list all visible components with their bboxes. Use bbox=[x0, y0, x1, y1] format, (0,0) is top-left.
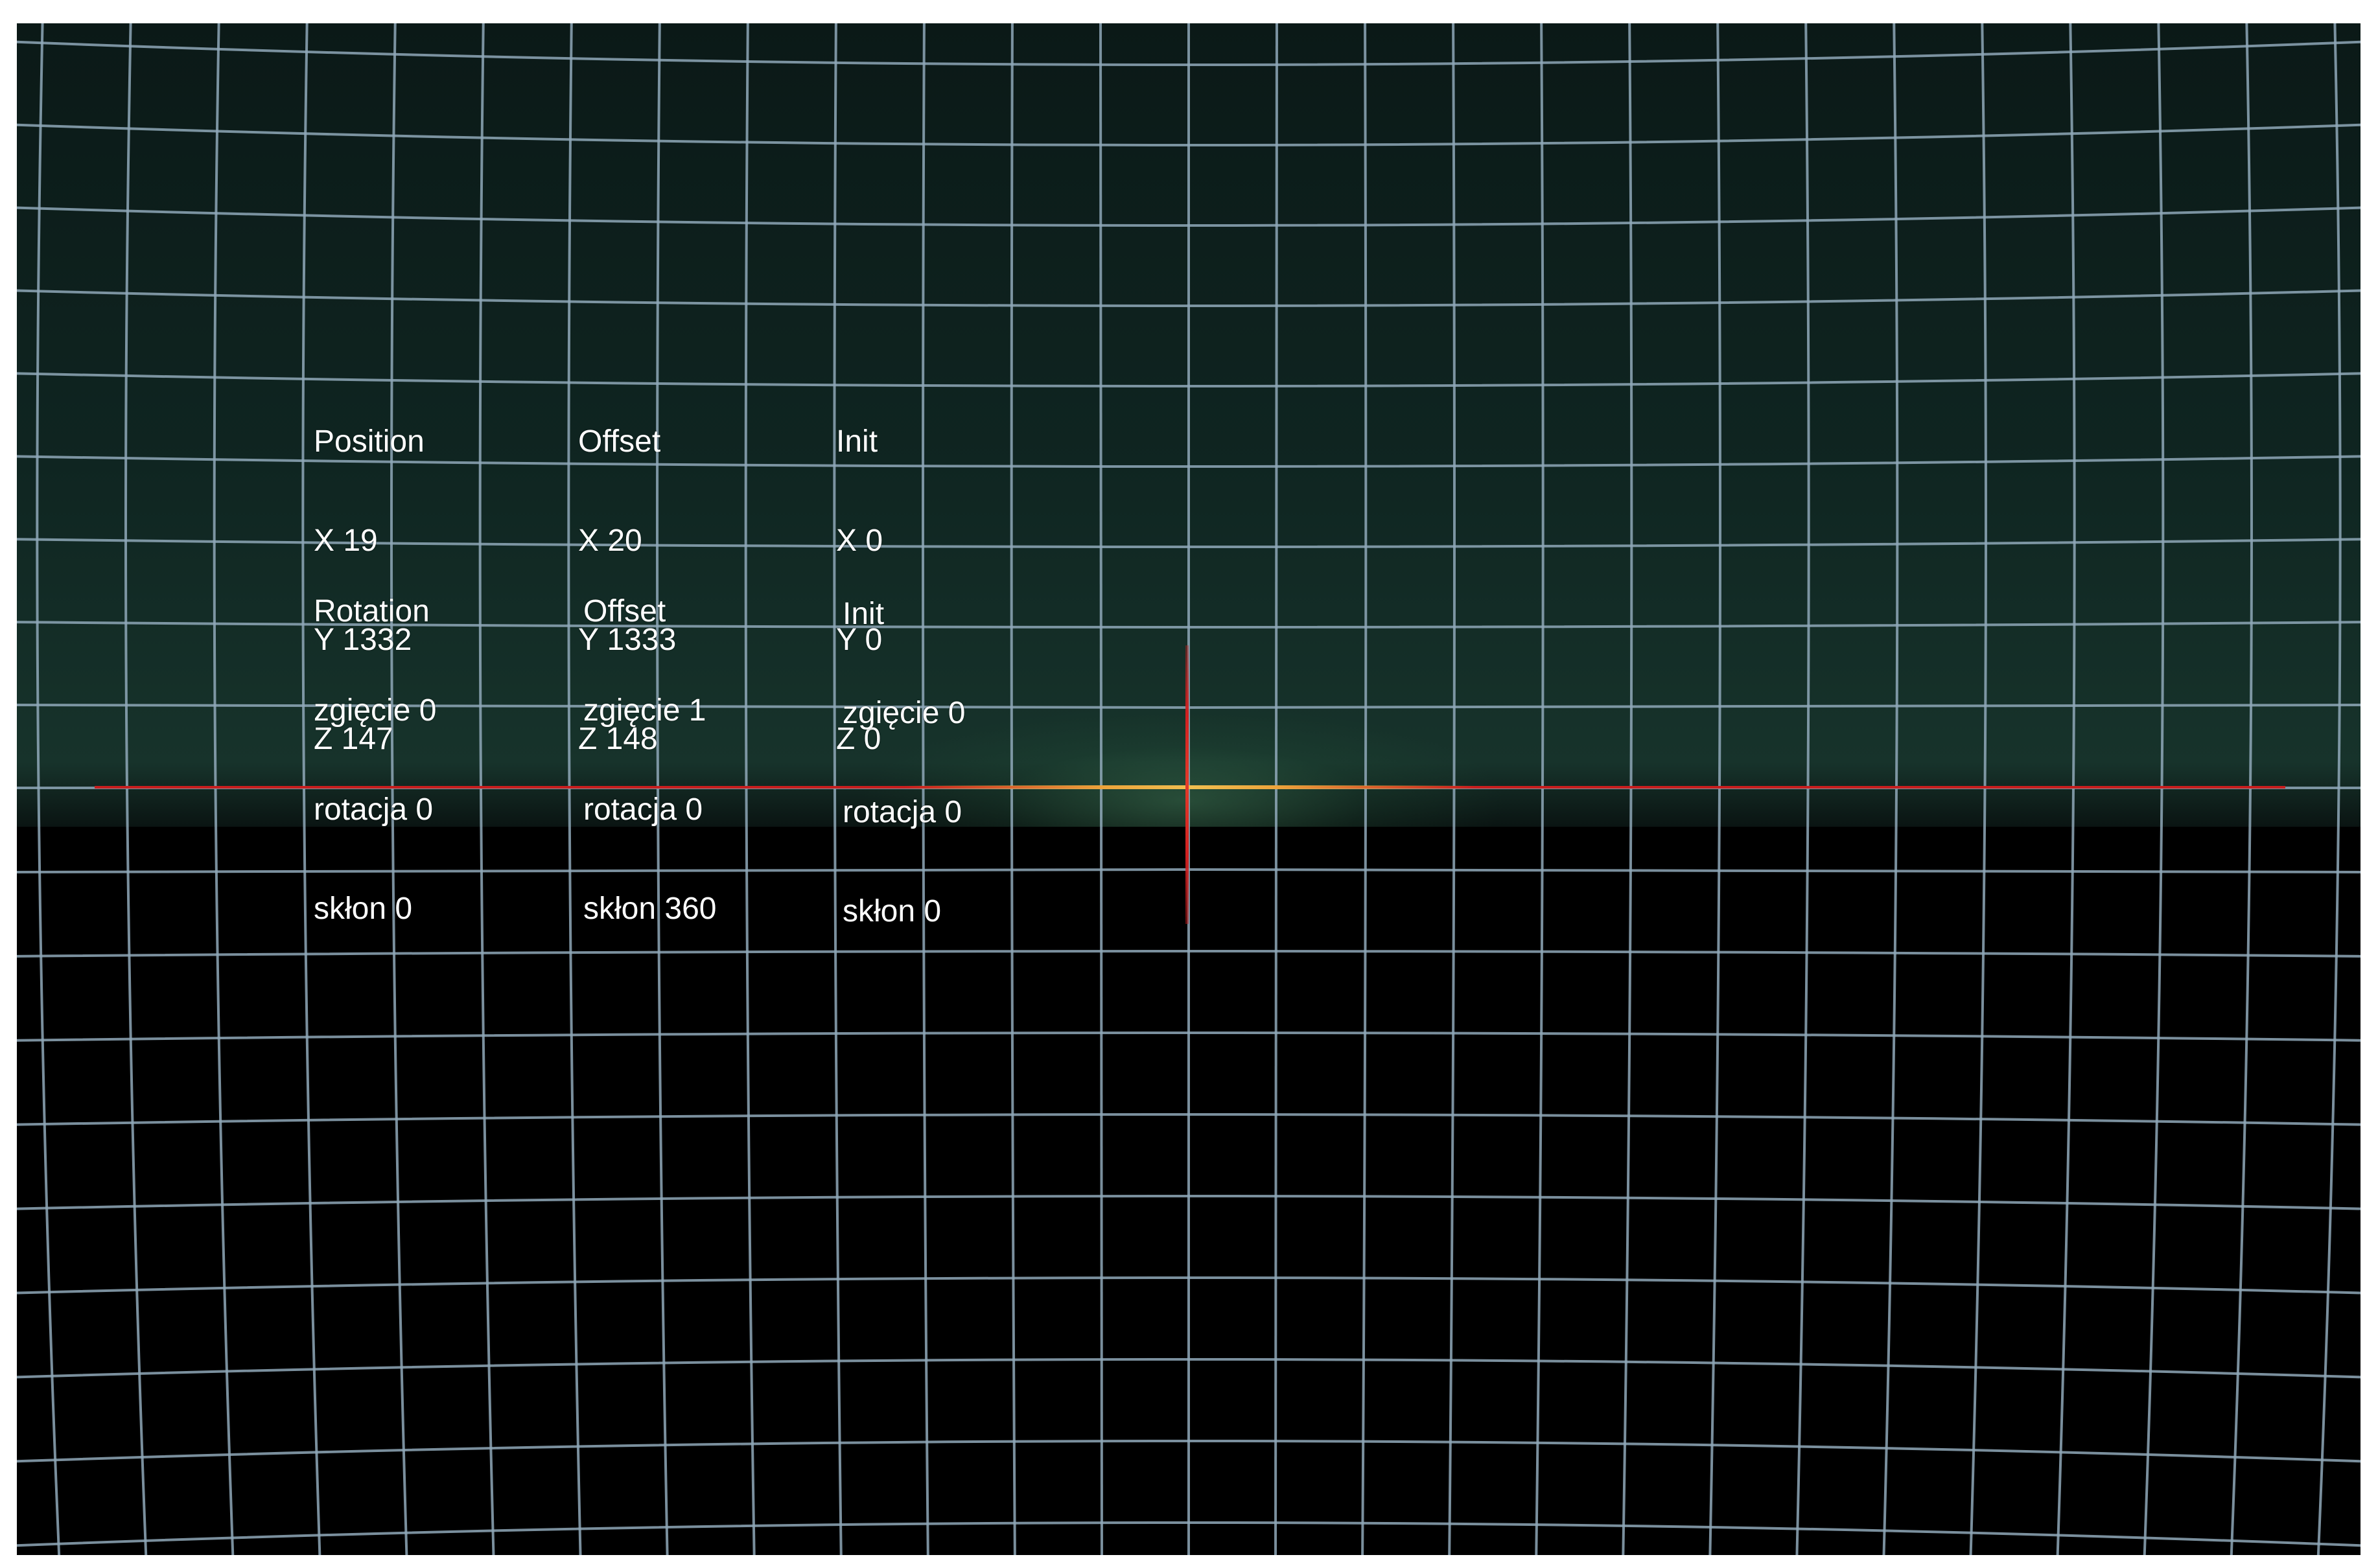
rotation-offset-rotate-value: rotacja 0 bbox=[583, 792, 703, 827]
tracking-readout: Position X 19 Y 1332 Z 147 Offset X 20 Y… bbox=[17, 23, 2361, 1555]
rotation-init-tilt-value: skłon 0 bbox=[843, 894, 942, 928]
rotation-offset-heading: Offset bbox=[583, 594, 666, 628]
rotation-init-column: Init zgięcie 0 rotacja 0 skłon 0 bbox=[843, 531, 965, 994]
rotation-init-rotate-value: rotacja 0 bbox=[843, 795, 962, 829]
vr-scene-viewport[interactable]: Position X 19 Y 1332 Z 147 Offset X 20 Y… bbox=[17, 23, 2361, 1555]
position-offset-heading: Offset bbox=[578, 424, 661, 459]
rotation-tilt-value: skłon 0 bbox=[314, 892, 413, 926]
rotation-rotate-value: rotacja 0 bbox=[314, 792, 434, 827]
position-heading: Position bbox=[314, 424, 425, 459]
rotation-offset-column: Offset zgięcie 1 rotacja 0 skłon 360 bbox=[583, 529, 716, 991]
rotation-offset-bend-value: zgięcie 1 bbox=[583, 693, 706, 728]
rotation-heading: Rotation bbox=[314, 594, 430, 628]
rotation-offset-tilt-value: skłon 360 bbox=[583, 892, 717, 926]
rotation-column: Rotation zgięcie 0 rotacja 0 skłon 0 bbox=[314, 529, 436, 991]
rotation-init-bend-value: zgięcie 0 bbox=[843, 696, 966, 730]
position-init-heading: Init bbox=[836, 424, 878, 459]
rotation-bend-value: zgięcie 0 bbox=[314, 693, 437, 728]
rotation-init-heading: Init bbox=[843, 597, 885, 631]
